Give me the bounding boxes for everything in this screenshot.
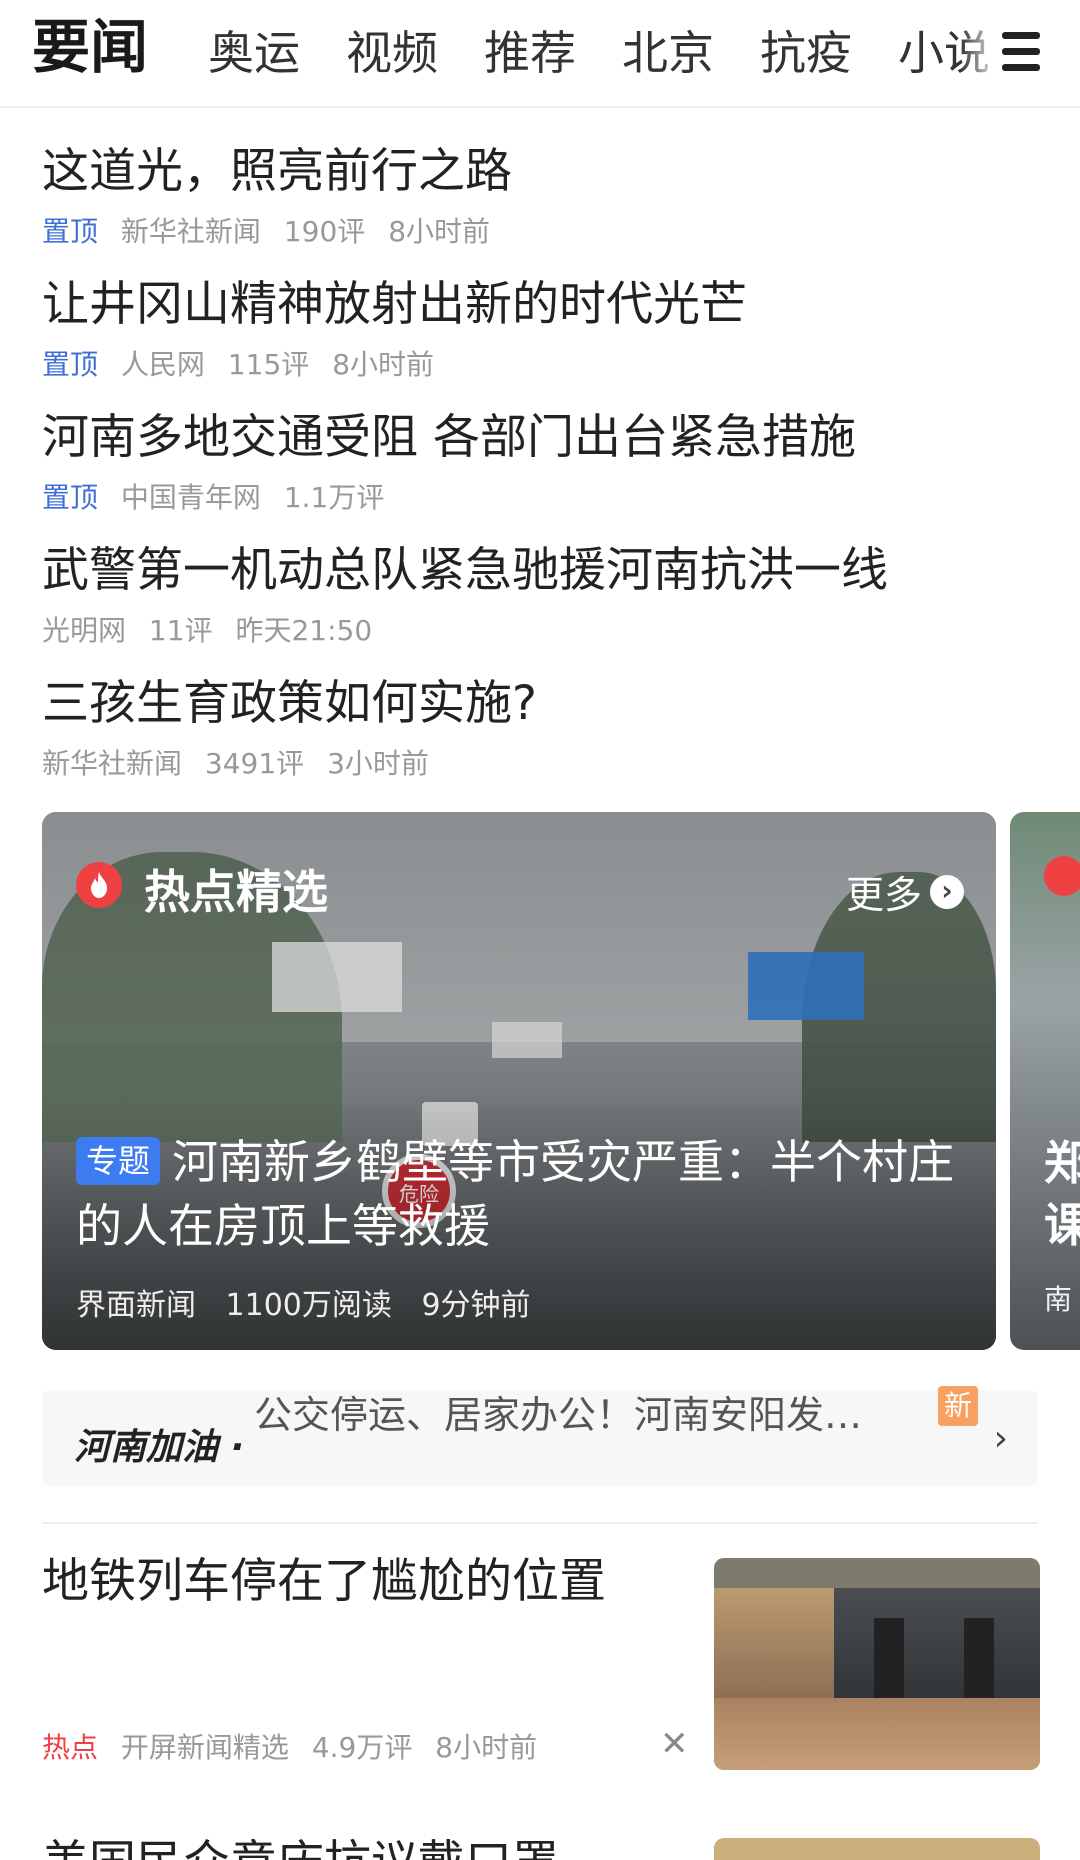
- hot-picks-card[interactable]: 危险 热点精选 更多 › 专题河南新乡鹤壁等市受灾严重：半个村庄的人在房顶上等救…: [42, 812, 996, 1350]
- flood-water: [714, 1698, 1040, 1770]
- more-button[interactable]: 更多 ›: [846, 864, 964, 919]
- news-item-title[interactable]: 美国民众意庆抗议戴口罩: [42, 1832, 559, 1860]
- headline-title[interactable]: 河南多地交通受阻 各部门出台紧急措施: [42, 406, 1042, 470]
- chevron-right-icon: ›: [930, 874, 964, 909]
- headline-time: 3小时前: [327, 747, 429, 780]
- hamburger-menu-icon[interactable]: [1000, 30, 1046, 76]
- close-icon[interactable]: ✕: [660, 1724, 689, 1764]
- headline-comments: 11评: [148, 614, 213, 647]
- headline-source: 新华社新闻: [120, 215, 261, 248]
- headline-time: 8小时前: [332, 348, 435, 381]
- headline-meta: 新华社新闻 3491评 3小时前: [42, 742, 1042, 782]
- headline-title[interactable]: 三孩生育政策如何实施?: [42, 672, 1042, 736]
- headline-meta: 置顶 人民网 115评 8小时前: [42, 343, 1042, 383]
- new-badge: 新: [938, 1386, 979, 1426]
- train-door: [874, 1618, 904, 1698]
- headline-item[interactable]: 让井冈山精神放射出新的时代光芒 置顶 人民网 115评 8小时前: [42, 273, 1042, 383]
- hot-story-meta: 界面新闻 1100万阅读 9分钟前: [76, 1280, 551, 1324]
- news-item-meta: 热点 开屏新闻精选 4.9万评 8小时前: [42, 1726, 551, 1766]
- tab-overflow-fade: [960, 0, 1000, 106]
- ticker-brand: 河南加油 ·: [74, 1427, 245, 1468]
- ticker-text[interactable]: 公交停运、居家办公！河南安阳发…: [254, 1384, 862, 1439]
- news-thumbnail[interactable]: [714, 1838, 1040, 1860]
- channel-tab-bar: 要闻 奥运 视频 推荐 北京 抗疫 小说: [0, 0, 1080, 108]
- train-body: [834, 1588, 1040, 1708]
- topic-badge: 专题: [76, 1137, 161, 1185]
- tab-yaowen[interactable]: 要闻: [32, 12, 148, 82]
- next-card-title: 郑课: [1044, 1136, 1080, 1252]
- headline-item[interactable]: 武警第一机动总队紧急驰援河南抗洪一线 光明网 11评 昨天21:50: [42, 539, 1042, 649]
- ticker-brand-text: 河南加油: [74, 1427, 219, 1468]
- headline-comments: 3491评: [204, 747, 305, 780]
- train-door: [964, 1618, 994, 1698]
- headline-source: 新华社新闻: [42, 747, 183, 780]
- pinned-tag: 置顶: [42, 215, 99, 248]
- flame-icon: [76, 862, 122, 908]
- tab-beijing[interactable]: 北京: [622, 18, 714, 88]
- hot-story-title[interactable]: 专题 河南新乡鹤壁等市受灾严重：半个村庄的人在房顶上等救援: [76, 1130, 966, 1258]
- headline-title[interactable]: 让井冈山精神放射出新的时代光芒: [42, 273, 1042, 337]
- headline-item[interactable]: 河南多地交通受阻 各部门出台紧急措施 置顶 中国青年网 1.1万评: [42, 406, 1042, 516]
- road-sign-small: [492, 1022, 562, 1058]
- chevron-right-icon[interactable]: ›: [994, 1418, 1008, 1459]
- headline-title[interactable]: 武警第一机动总队紧急驰援河南抗洪一线: [42, 539, 1042, 603]
- hot-story-title-text: 河南新乡鹤壁等市受灾严重：半个村庄的人在房顶上等救援: [76, 1135, 955, 1253]
- pinned-tag: 置顶: [42, 348, 99, 381]
- headline-meta: 光明网 11评 昨天21:50: [42, 609, 1042, 649]
- headline-comments: 115评: [227, 348, 310, 381]
- news-item-title[interactable]: 地铁列车停在了尴尬的位置: [42, 1550, 606, 1614]
- hot-story-reads: 1100万阅读: [225, 1288, 392, 1323]
- hot-picks-label: 热点精选: [144, 865, 328, 919]
- hot-story-source: 界面新闻: [76, 1288, 196, 1323]
- news-item-time: 8小时前: [435, 1731, 538, 1764]
- headline-source: 中国青年网: [120, 481, 261, 514]
- blue-road-sign: [748, 952, 864, 1020]
- henan-ticker[interactable]: 河南加油 · 公交停运、居家办公！河南安阳发… 新 ›: [42, 1386, 1038, 1486]
- headline-meta: 置顶 新华社新闻 190评 8小时前: [42, 210, 1042, 250]
- more-label: 更多: [845, 873, 922, 917]
- headline-item[interactable]: 三孩生育政策如何实施? 新华社新闻 3491评 3小时前: [42, 672, 1042, 782]
- headline-time: 昨天21:50: [235, 614, 373, 647]
- hot-tag: 热点: [42, 1731, 99, 1764]
- headline-comments: 190评: [283, 215, 366, 248]
- headline-time: 8小时前: [388, 215, 491, 248]
- headline-source: 人民网: [120, 348, 205, 381]
- thumb-ceiling: [714, 1558, 1040, 1588]
- headline-title[interactable]: 这道光，照亮前行之路: [42, 140, 1042, 204]
- headline-item[interactable]: 这道光，照亮前行之路 置顶 新华社新闻 190评 8小时前: [42, 140, 1042, 250]
- pinned-tag: 置顶: [42, 481, 99, 514]
- tab-tuijian[interactable]: 推荐: [484, 18, 576, 88]
- news-item-source: 开屏新闻精选: [120, 1731, 289, 1764]
- headline-source: 光明网: [42, 614, 127, 647]
- headline-meta: 置顶 中国青年网 1.1万评: [42, 476, 1042, 516]
- hot-story-time: 9分钟前: [421, 1288, 531, 1323]
- headline-comments: 1.1万评: [283, 481, 385, 514]
- tab-shipin[interactable]: 视频: [346, 18, 438, 88]
- subway-thumbnail[interactable]: [714, 1558, 1040, 1770]
- road-sign-gray: [272, 942, 402, 1012]
- next-card-source: 南: [1044, 1283, 1073, 1316]
- flame-icon: [1044, 856, 1080, 896]
- tab-kangyi[interactable]: 抗疫: [760, 18, 852, 88]
- news-app: 要闻 奥运 视频 推荐 北京 抗疫 小说 这道光，照亮前行之路 置顶 新华社新闻…: [0, 0, 1080, 1860]
- news-item-comments: 4.9万评: [311, 1731, 413, 1764]
- hot-picks-next-card[interactable]: 郑课 南: [1010, 812, 1080, 1350]
- divider: [42, 1522, 1038, 1524]
- tab-aoyun[interactable]: 奥运: [208, 18, 300, 88]
